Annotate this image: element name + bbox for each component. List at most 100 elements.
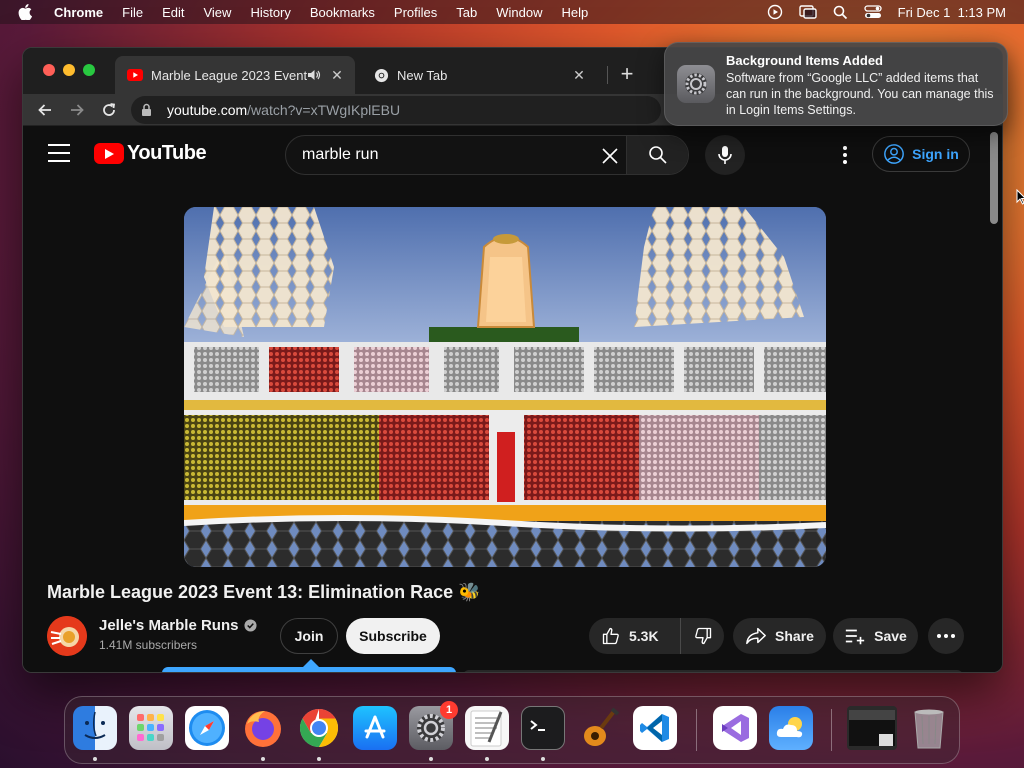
menu-history[interactable]: History: [250, 5, 290, 20]
menu-app-name[interactable]: Chrome: [54, 5, 103, 20]
new-tab-button[interactable]: +: [613, 60, 641, 88]
minimize-window-button[interactable]: [63, 64, 75, 76]
tab-separator: [607, 66, 608, 84]
menubar-datetime[interactable]: Fri Dec 1 1:13 PM: [898, 5, 1006, 20]
menu-view[interactable]: View: [203, 5, 231, 20]
running-indicator: [261, 757, 265, 761]
page-scrollbar[interactable]: [990, 132, 998, 224]
forward-button[interactable]: [65, 98, 89, 122]
safari-icon[interactable]: [185, 706, 229, 750]
apple-menu-icon[interactable]: [18, 4, 38, 20]
window-controls: [43, 64, 95, 76]
channel-avatar[interactable]: [47, 616, 87, 656]
share-icon: [746, 627, 766, 645]
subscribe-button[interactable]: Subscribe: [346, 618, 440, 654]
sign-in-label: Sign in: [912, 146, 959, 162]
weather-icon[interactable]: [769, 706, 813, 750]
thumbs-down-icon: [694, 627, 711, 645]
running-indicator: [93, 757, 97, 761]
save-label: Save: [874, 628, 907, 644]
menu-file[interactable]: File: [122, 5, 143, 20]
menu-edit[interactable]: Edit: [162, 5, 184, 20]
terminal-icon[interactable]: [521, 706, 565, 750]
running-indicator: [485, 757, 489, 761]
like-count: 5.3K: [629, 628, 659, 644]
channel-name[interactable]: Jelle's Marble Runs: [99, 617, 257, 634]
like-dislike-group: 5.3K: [589, 618, 724, 654]
account-icon: [884, 144, 905, 164]
now-playing-icon[interactable]: [767, 4, 783, 20]
playlist-add-icon: [845, 629, 865, 645]
system-settings-dock-icon[interactable]: 1: [409, 701, 458, 750]
chrome-icon[interactable]: [297, 706, 341, 750]
tooltip-pointer: [303, 659, 319, 667]
site-info-icon[interactable]: [141, 103, 157, 117]
vscode-icon[interactable]: [633, 706, 677, 750]
close-tab-icon[interactable]: ✕: [571, 67, 587, 83]
spotlight-search-icon[interactable]: [833, 5, 848, 20]
like-button[interactable]: 5.3K: [589, 618, 681, 654]
more-actions-button[interactable]: [928, 618, 964, 654]
menu-tab[interactable]: Tab: [456, 5, 477, 20]
running-indicator: [429, 757, 433, 761]
back-button[interactable]: [33, 98, 57, 122]
search-button[interactable]: [626, 136, 688, 174]
video-player[interactable]: [184, 207, 826, 567]
tab-new-tab[interactable]: New Tab ✕: [361, 56, 597, 94]
mouse-cursor-icon: [1016, 188, 1024, 210]
visual-studio-icon[interactable]: [713, 706, 757, 750]
minimized-window-icon[interactable]: [847, 706, 897, 750]
firefox-icon[interactable]: [241, 706, 285, 750]
tab-youtube[interactable]: Marble League 2023 Event ✕: [115, 56, 355, 94]
screen-mirroring-icon[interactable]: [798, 4, 817, 20]
background-items-notification[interactable]: Background Items Added Software from “Go…: [664, 42, 1008, 126]
finder-icon[interactable]: [73, 706, 117, 750]
youtube-wordmark: YouTube: [127, 142, 207, 164]
running-indicator: [317, 757, 321, 761]
system-settings-icon: [677, 65, 715, 103]
close-tab-icon[interactable]: ✕: [329, 67, 345, 83]
tab-title: New Tab: [397, 67, 448, 83]
menu-bookmarks[interactable]: Bookmarks: [310, 5, 375, 20]
dock-separator: [696, 709, 697, 751]
trash-icon[interactable]: [907, 706, 951, 750]
garageband-icon[interactable]: [577, 706, 621, 750]
app-store-icon[interactable]: [353, 706, 397, 750]
address-bar[interactable]: youtube.com/watch?v=xTWgIKplEBU: [131, 96, 661, 124]
menu-profiles[interactable]: Profiles: [394, 5, 437, 20]
zoom-window-button[interactable]: [83, 64, 95, 76]
clear-search-icon[interactable]: [598, 144, 622, 168]
description-panel[interactable]: [463, 670, 963, 672]
reload-button[interactable]: [97, 98, 121, 122]
video-title: Marble League 2023 Event 13: Elimination…: [47, 582, 481, 602]
voice-search-button[interactable]: [705, 135, 745, 175]
menu-window[interactable]: Window: [496, 5, 542, 20]
share-label: Share: [775, 628, 814, 644]
sign-in-button[interactable]: Sign in: [872, 136, 970, 172]
youtube-favicon-icon: [127, 67, 143, 83]
search-input[interactable]: [286, 136, 596, 174]
close-window-button[interactable]: [43, 64, 55, 76]
browser-window: Marble League 2023 Event ✕ New Tab ✕ + y…: [22, 47, 1003, 673]
url-host: youtube.com: [167, 102, 248, 118]
menu-help[interactable]: Help: [562, 5, 589, 20]
notification-badge: 1: [440, 701, 458, 719]
dislike-button[interactable]: [681, 618, 724, 654]
youtube-logo[interactable]: YouTube: [94, 142, 207, 165]
dock: 1: [64, 696, 960, 764]
speaker-icon[interactable]: [307, 69, 323, 81]
youtube-play-icon: [94, 143, 124, 164]
menu-bar: Chrome File Edit View History Bookmarks …: [0, 0, 1024, 24]
youtube-page: YouTube Sign in: [23, 126, 1002, 672]
chrome-favicon-icon: [373, 67, 389, 83]
launchpad-icon[interactable]: [129, 706, 173, 750]
guide-menu-icon[interactable]: [48, 144, 70, 162]
channel-name-label: Jelle's Marble Runs: [99, 617, 239, 634]
settings-more-icon[interactable]: [835, 143, 855, 167]
save-button[interactable]: Save: [833, 618, 918, 654]
control-center-icon[interactable]: [863, 4, 882, 20]
share-button[interactable]: Share: [733, 618, 826, 654]
join-button[interactable]: Join: [280, 618, 338, 654]
textedit-icon[interactable]: [465, 706, 509, 750]
notification-body: Software from “Google LLC” added items t…: [726, 71, 994, 117]
